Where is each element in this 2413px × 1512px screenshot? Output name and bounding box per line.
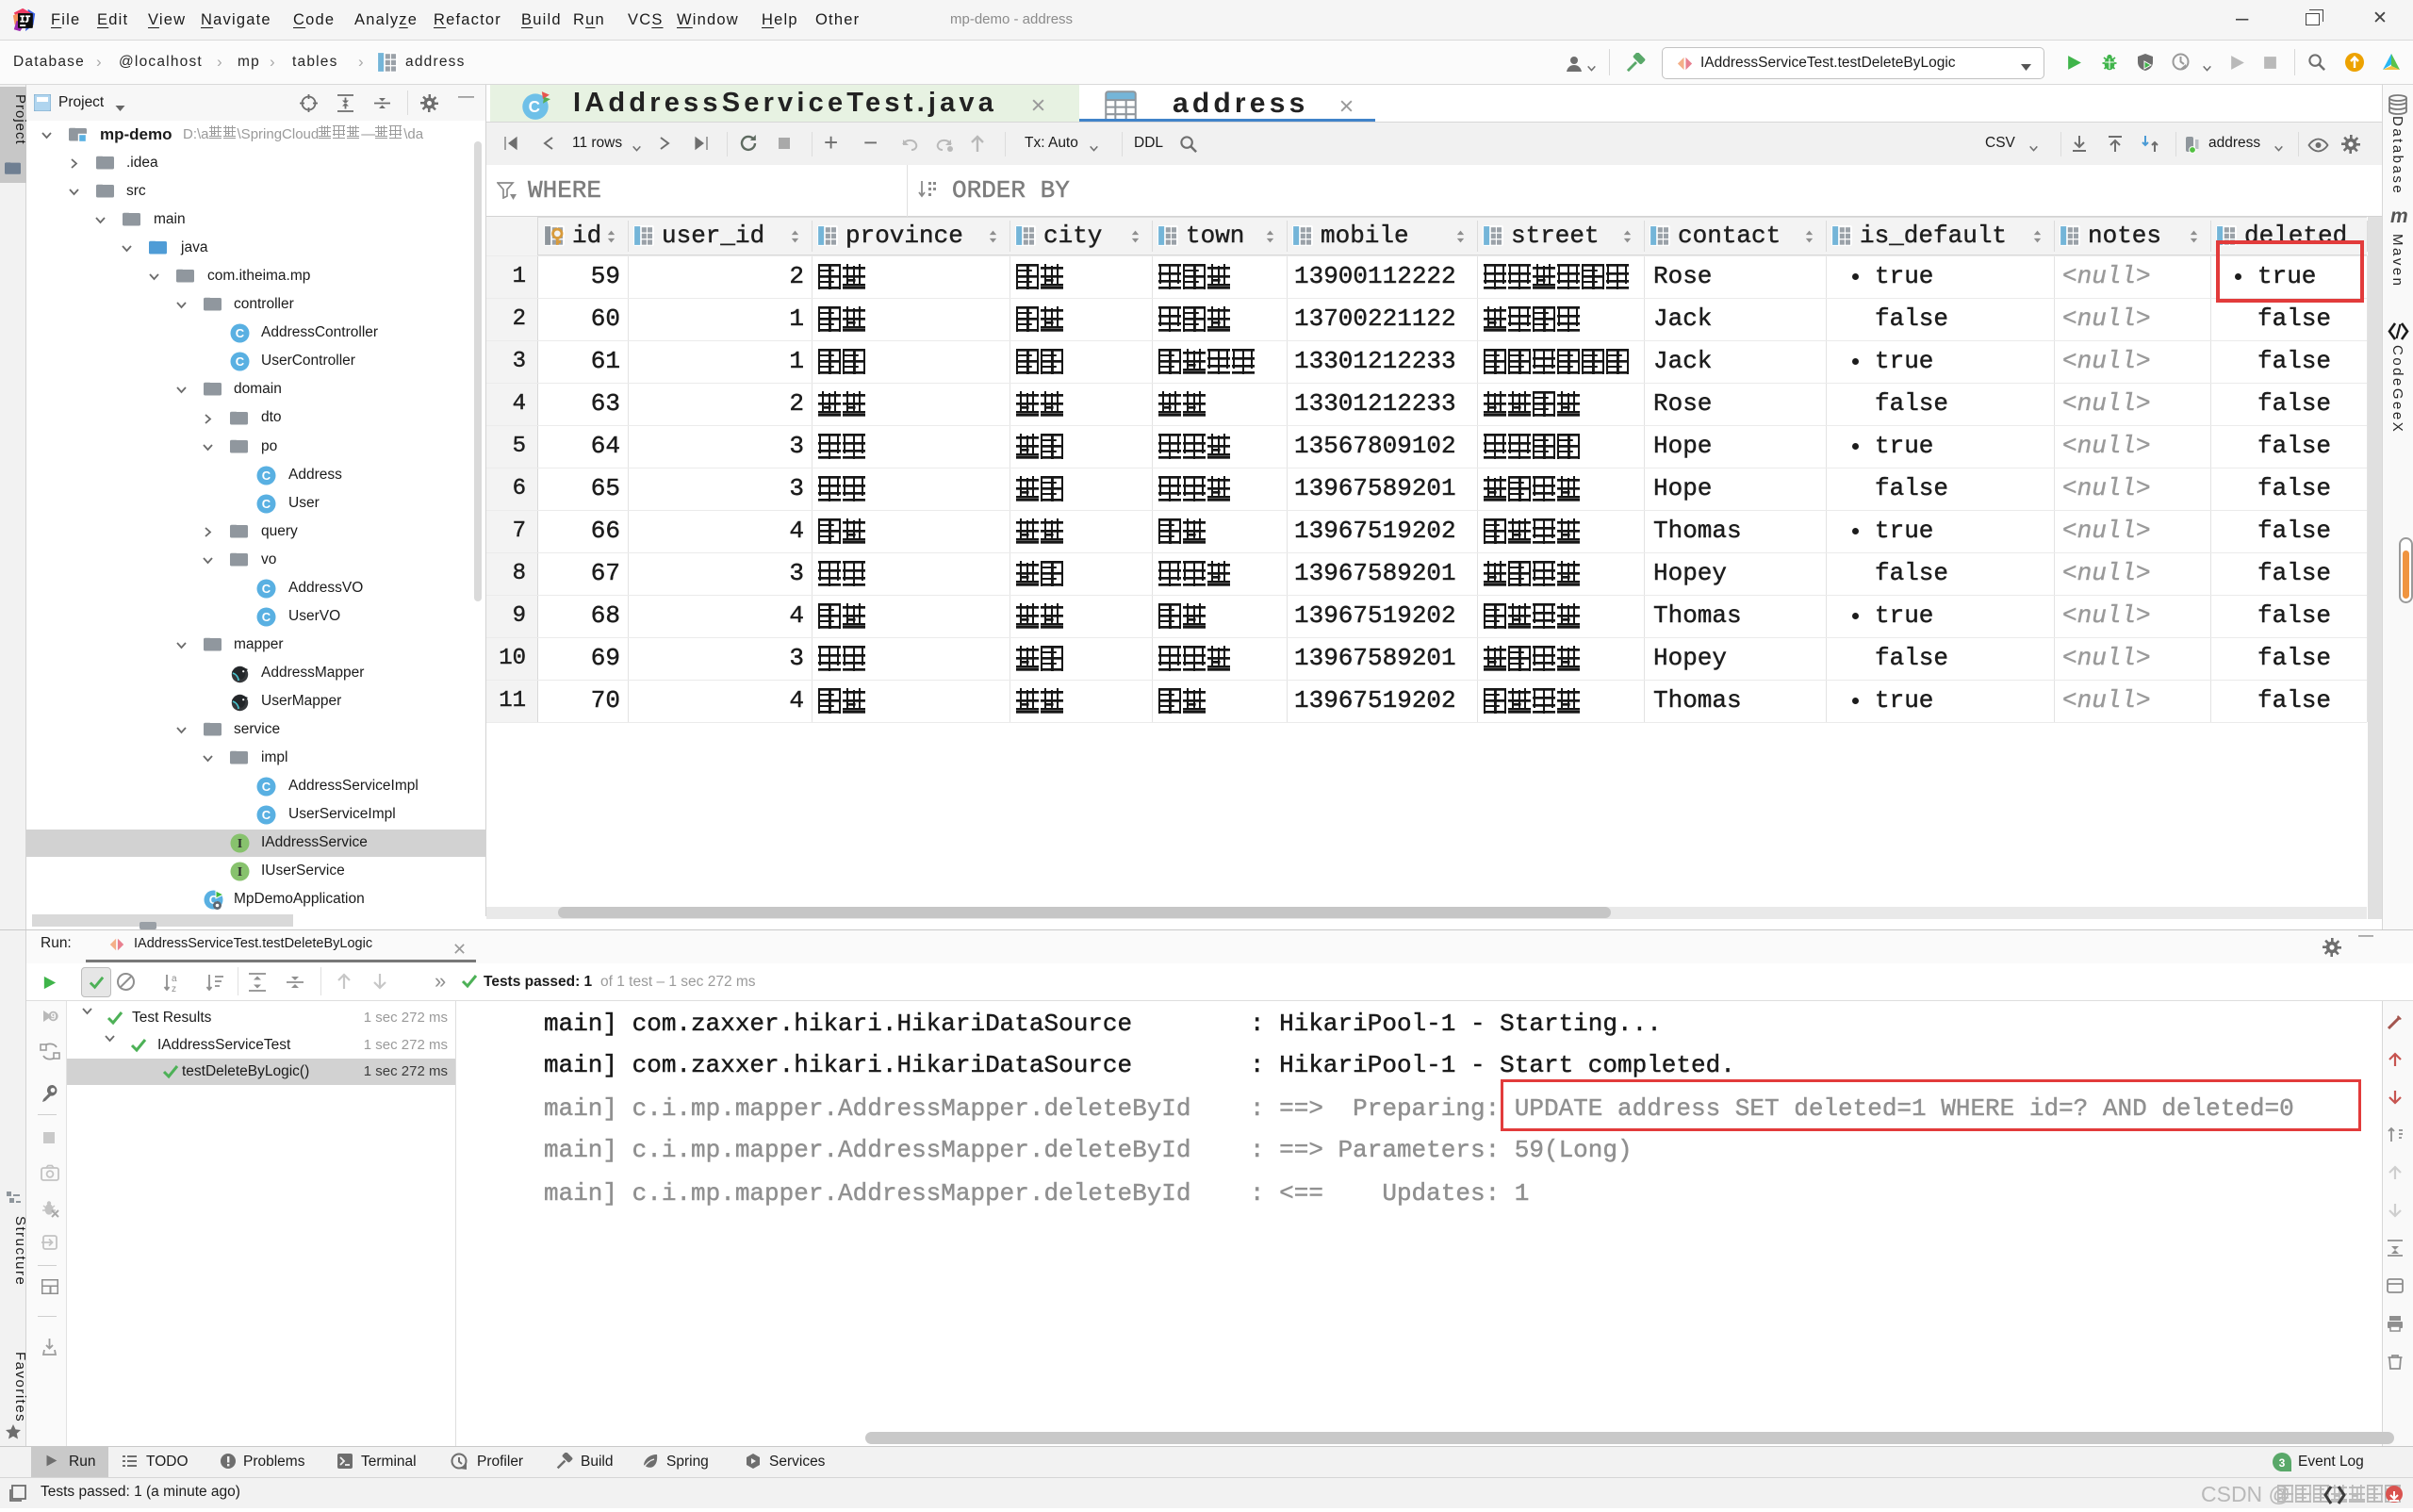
svg-text:3: 3	[2279, 1456, 2286, 1470]
svg-text:I: I	[238, 864, 242, 879]
svg-text:C: C	[236, 326, 245, 340]
svg-text:C: C	[262, 780, 271, 794]
svg-text:C: C	[262, 582, 271, 596]
svg-text:I: I	[238, 836, 242, 850]
svg-text:C: C	[262, 468, 271, 483]
svg-text:a: a	[172, 974, 177, 984]
svg-text:9: 9	[51, 1011, 57, 1023]
svg-text:C: C	[262, 808, 271, 822]
svg-text:C: C	[529, 97, 540, 116]
svg-text:C: C	[262, 610, 271, 624]
svg-text:C: C	[236, 354, 245, 369]
svg-text:z: z	[172, 984, 176, 993]
svg-text:C: C	[262, 497, 271, 511]
